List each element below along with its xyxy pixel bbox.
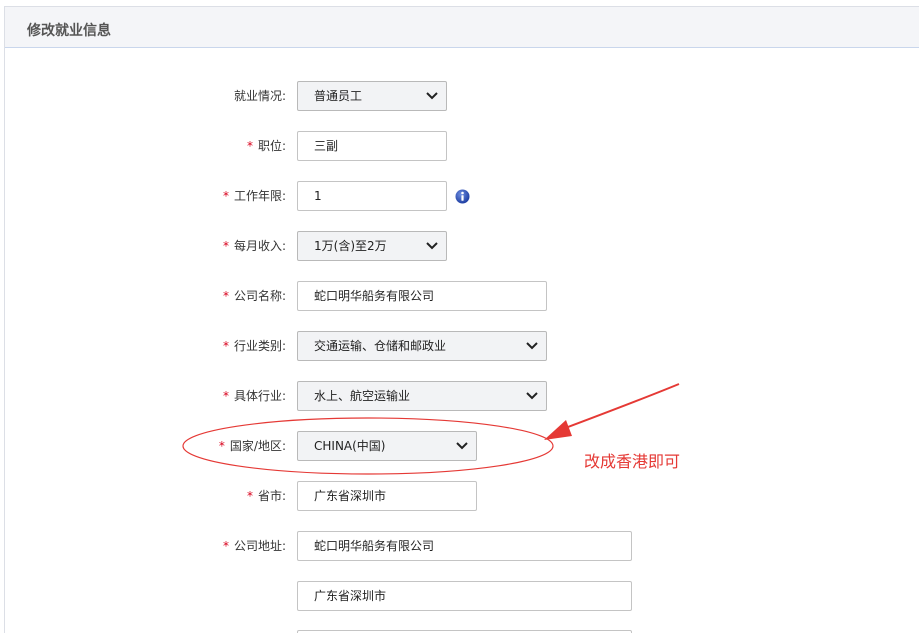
province-city-label: * 省市: bbox=[246, 489, 286, 503]
industry-category-select[interactable]: 交通运输、仓储和邮政业 bbox=[297, 331, 547, 361]
required-mark: * bbox=[218, 439, 225, 453]
province-city-value: 广东省深圳市 bbox=[314, 489, 387, 503]
required-mark: * bbox=[222, 389, 229, 403]
company-address-line2-value: 广东省深圳市 bbox=[314, 589, 387, 603]
required-mark: * bbox=[222, 289, 229, 303]
specific-industry-row: * 具体行业: 水上、航空运输业 bbox=[0, 381, 919, 411]
company-address-label: * 公司地址: bbox=[222, 539, 286, 553]
monthly-income-label: * 每月收入: bbox=[222, 239, 286, 253]
province-city-row: * 省市: 广东省深圳市 bbox=[0, 481, 919, 511]
specific-industry-select[interactable]: 水上、航空运输业 bbox=[297, 381, 547, 411]
chevron-down-icon bbox=[526, 392, 538, 400]
specific-industry-value: 水上、航空运输业 bbox=[314, 389, 411, 403]
page-title: 修改就业信息 bbox=[27, 23, 111, 39]
work-years-input[interactable]: 1 bbox=[297, 181, 447, 211]
required-mark: * bbox=[246, 139, 253, 153]
industry-category-value: 交通运输、仓储和邮政业 bbox=[314, 339, 447, 353]
industry-category-label: * 行业类别: bbox=[222, 339, 286, 353]
company-address-line2-row: 广东省深圳市 bbox=[0, 581, 919, 611]
employment-status-value: 普通员工 bbox=[314, 89, 363, 103]
position-label: * 职位: bbox=[246, 139, 286, 153]
info-icon[interactable] bbox=[455, 189, 470, 204]
country-region-row: * 国家/地区: CHINA(中国) bbox=[0, 431, 919, 461]
required-mark: * bbox=[222, 239, 229, 253]
position-value: 三副 bbox=[314, 139, 339, 153]
company-address-line1-value: 蛇口明华船务有限公司 bbox=[314, 539, 435, 553]
company-name-input[interactable]: 蛇口明华船务有限公司 bbox=[297, 281, 547, 311]
company-address-line2-input[interactable]: 广东省深圳市 bbox=[297, 581, 632, 611]
required-mark: * bbox=[246, 489, 253, 503]
company-address-line1-input[interactable]: 蛇口明华船务有限公司 bbox=[297, 531, 632, 561]
chevron-down-icon bbox=[426, 242, 438, 250]
monthly-income-select[interactable]: 1万(含)至2万 bbox=[297, 231, 447, 261]
employment-status-select[interactable]: 普通员工 bbox=[297, 81, 447, 111]
country-region-select[interactable]: CHINA(中国) bbox=[297, 431, 477, 461]
chevron-down-icon bbox=[456, 442, 468, 450]
work-years-value: 1 bbox=[314, 189, 322, 203]
required-mark: * bbox=[222, 339, 229, 353]
employment-status-row: 就业情况: 普通员工 bbox=[0, 81, 919, 111]
province-city-input[interactable]: 广东省深圳市 bbox=[297, 481, 477, 511]
panel-header: 修改就业信息 bbox=[5, 7, 919, 48]
company-name-label: * 公司名称: bbox=[222, 289, 286, 303]
required-mark: * bbox=[222, 539, 229, 553]
monthly-income-row: * 每月收入: 1万(含)至2万 bbox=[0, 231, 919, 261]
country-region-value: CHINA(中国) bbox=[314, 439, 386, 453]
position-row: * 职位: 三副 bbox=[0, 131, 919, 161]
work-years-label: * 工作年限: bbox=[222, 189, 286, 203]
edit-employment-page: 修改就业信息 就业情况: 普通员工 * 职位: 三副 * 工作年限: 1 * 每… bbox=[0, 0, 919, 633]
company-name-value: 蛇口明华船务有限公司 bbox=[314, 289, 435, 303]
country-region-label: * 国家/地区: bbox=[218, 439, 286, 453]
specific-industry-label: * 具体行业: bbox=[222, 389, 286, 403]
chevron-down-icon bbox=[526, 342, 538, 350]
required-mark: * bbox=[222, 189, 229, 203]
position-input[interactable]: 三副 bbox=[297, 131, 447, 161]
chevron-down-icon bbox=[426, 92, 438, 100]
annotation-text: 改成香港即可 bbox=[584, 452, 681, 471]
industry-category-row: * 行业类别: 交通运输、仓储和邮政业 bbox=[0, 331, 919, 361]
monthly-income-value: 1万(含)至2万 bbox=[314, 239, 387, 253]
employment-status-label: 就业情况: bbox=[233, 89, 286, 103]
work-years-row: * 工作年限: 1 bbox=[0, 181, 919, 211]
company-address-row: * 公司地址: 蛇口明华船务有限公司 bbox=[0, 531, 919, 561]
company-name-row: * 公司名称: 蛇口明华船务有限公司 bbox=[0, 281, 919, 311]
